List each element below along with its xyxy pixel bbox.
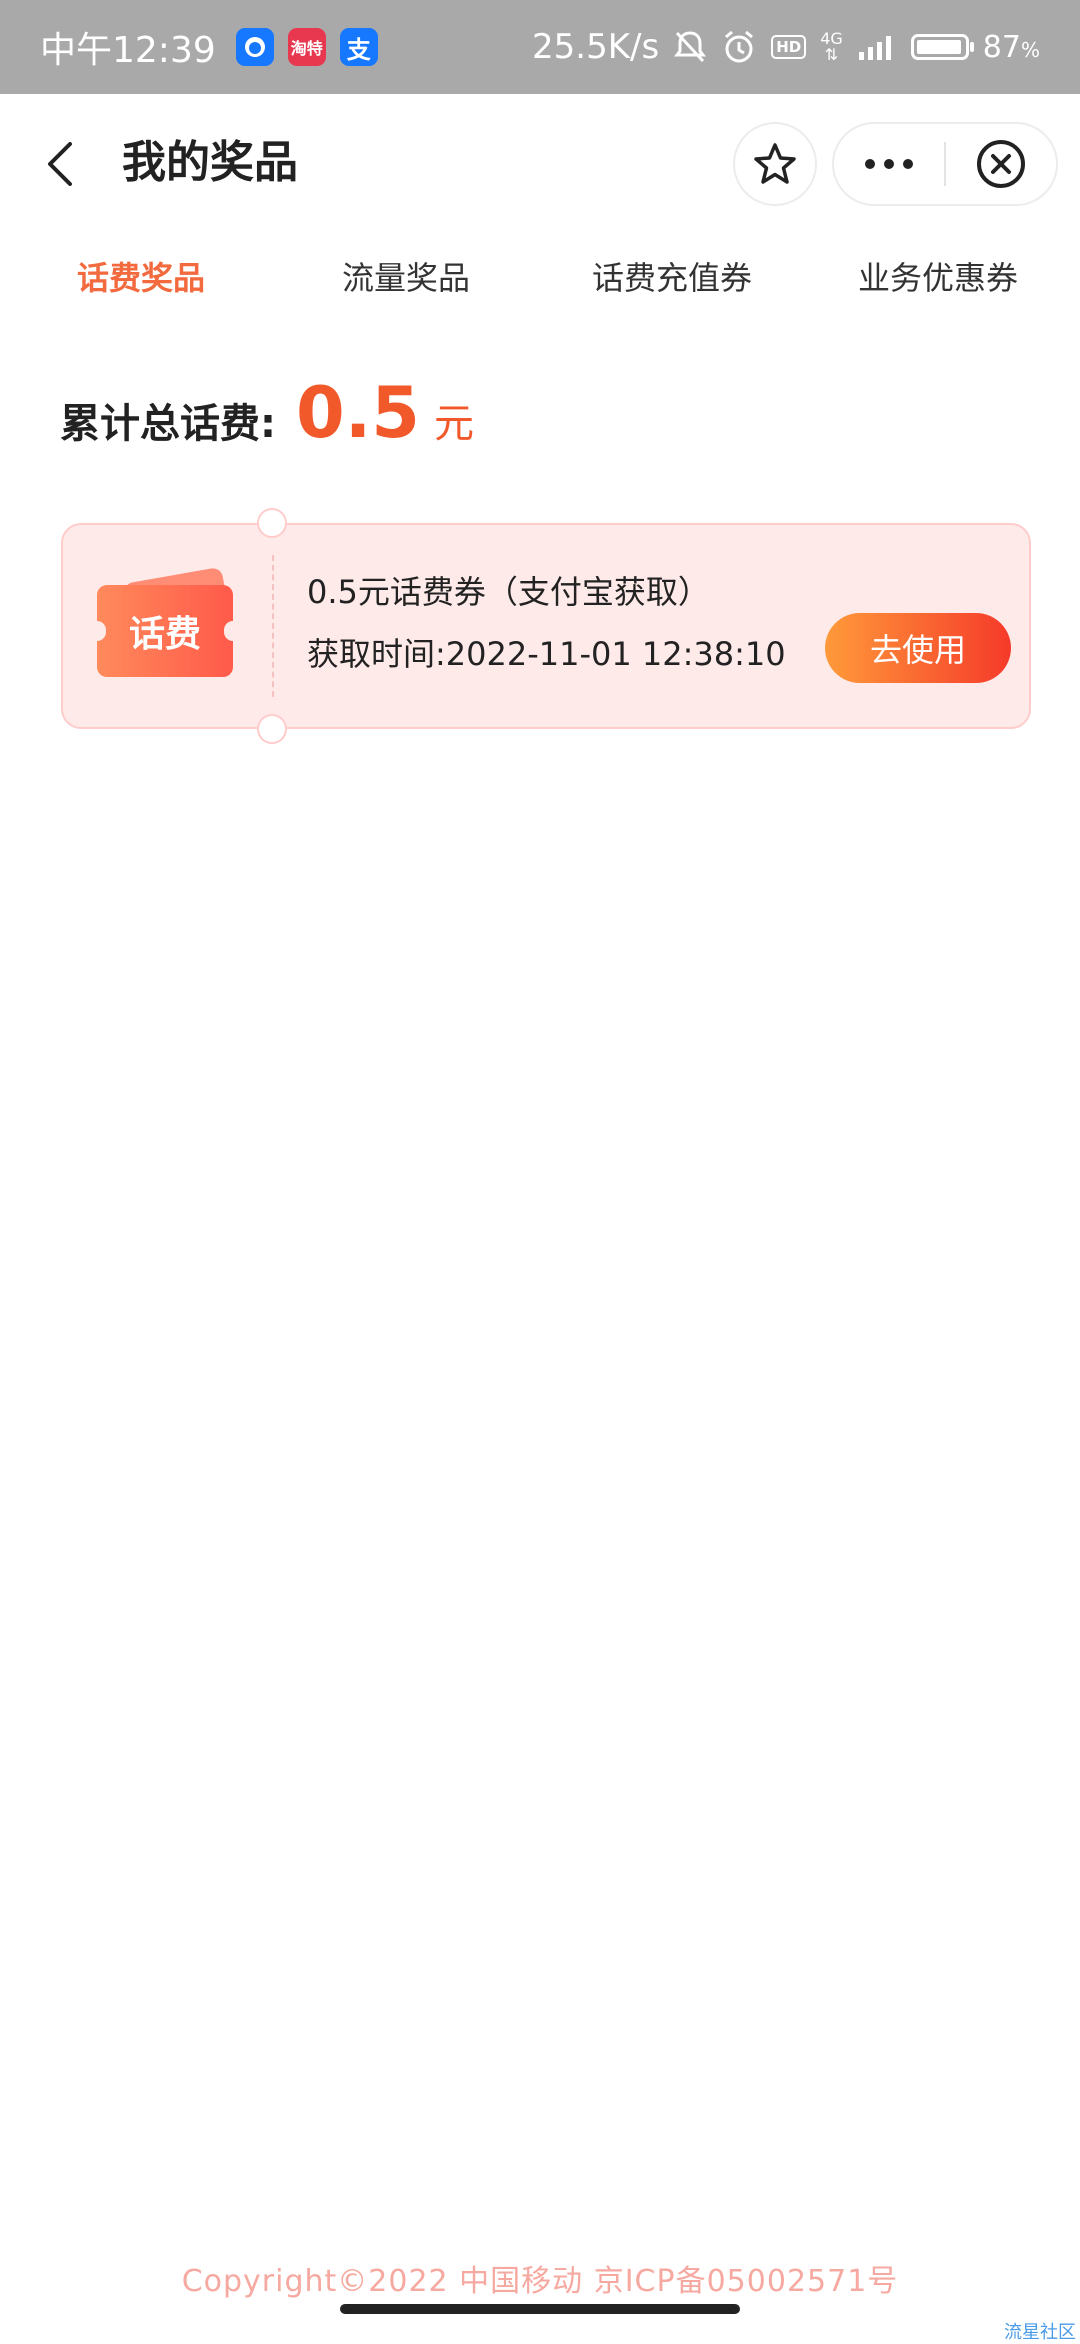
battery-percent: 87 (982, 29, 1021, 65)
app-notification-icon (235, 28, 274, 66)
coupon-badge: 话费 (128, 614, 201, 655)
watermark: 流星社区 (1004, 2322, 1076, 2343)
use-coupon-button[interactable]: 去使用 (825, 613, 1011, 683)
mute-bell-icon (673, 29, 707, 65)
page-title: 我的奖品 (122, 137, 298, 188)
coupon-card: 话费 0.5元话费券（支付宝获取） 获取时间:2022-11-01 12:38:… (61, 508, 1031, 744)
tab-recharge-coupons[interactable]: 话费充值券 (592, 250, 752, 306)
favorite-button[interactable] (733, 122, 817, 206)
home-indicator[interactable] (340, 2304, 740, 2314)
status-time: 中午12:39 (40, 30, 216, 71)
alarm-icon (721, 29, 757, 65)
back-button[interactable] (38, 134, 86, 194)
chevron-left-icon (48, 142, 72, 186)
prize-tabs: 话费奖品 流量奖品 话费充值券 业务优惠券 (0, 250, 1080, 310)
coupon-title: 0.5元话费券（支付宝获取） (307, 573, 710, 611)
coupon-notch-bottom (257, 714, 287, 744)
coupon-time: 获取时间:2022-11-01 12:38:10 (307, 635, 786, 673)
total-label: 累计总话费: (60, 401, 276, 447)
coupon-divider (272, 555, 274, 697)
battery-icon (910, 34, 974, 60)
tab-call-fee-prizes[interactable]: 话费奖品 (77, 250, 205, 306)
data-arrows-icon: ⇅ (824, 45, 839, 64)
battery-fill (916, 40, 961, 54)
close-button[interactable] (946, 124, 1056, 204)
close-circle-icon (976, 140, 1025, 188)
status-bar: 中午12:39 淘特 支 25.5K/s HD 4G ⇅ 87% (0, 0, 1080, 94)
signal-icon (857, 32, 897, 62)
coupon-notch-top (257, 508, 287, 538)
tab-data-prizes[interactable]: 流量奖品 (342, 250, 470, 306)
hd-badge: HD (771, 35, 807, 59)
more-button[interactable] (834, 124, 944, 204)
total-summary: 累计总话费: 0.5 元 (60, 372, 474, 454)
total-value: 0.5 (296, 372, 421, 454)
network-type: 4G ⇅ (820, 31, 843, 63)
tab-service-coupons[interactable]: 业务优惠券 (858, 250, 1018, 306)
more-dots-icon (865, 159, 913, 169)
footer-copyright: Copyright©2022 中国移动 京ICP备05002571号 (181, 2264, 899, 2299)
status-right: 25.5K/s HD 4G ⇅ 87% (532, 27, 1040, 67)
battery-level: 87% (983, 30, 1040, 65)
status-left: 中午12:39 淘特 支 (40, 21, 378, 73)
network-speed: 25.5K/s (532, 27, 660, 67)
taote-app-icon: 淘特 (287, 28, 326, 66)
coupon-ticket-icon: 话费 (88, 566, 242, 677)
alipay-app-icon: 支 (339, 28, 378, 66)
mini-program-capsule (832, 122, 1058, 206)
total-unit: 元 (434, 401, 475, 447)
header: 我的奖品 (0, 94, 1080, 234)
battery-unit: % (1020, 37, 1040, 62)
star-icon (754, 143, 796, 184)
